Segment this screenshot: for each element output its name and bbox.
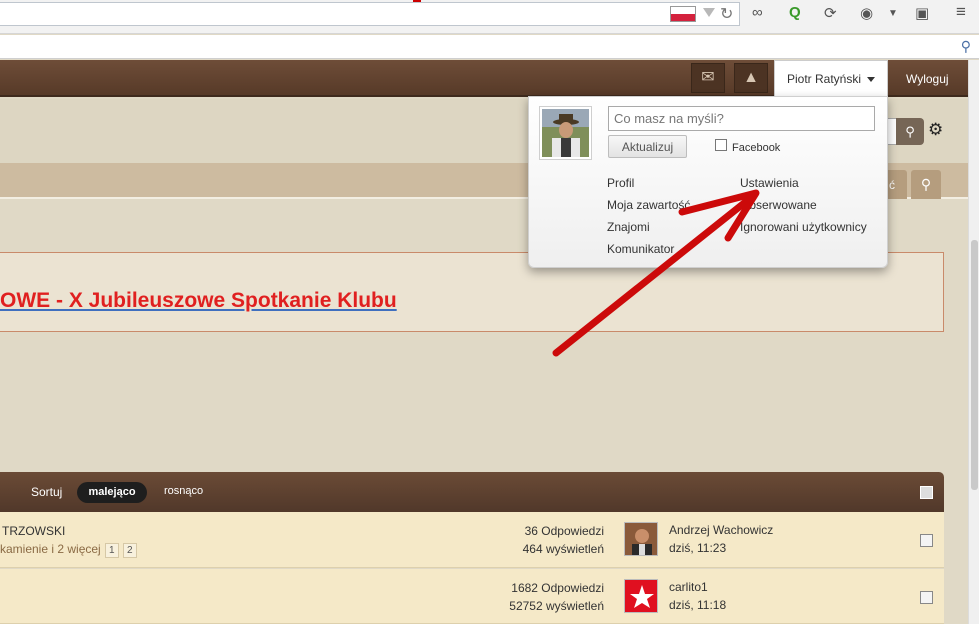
contacts-icon[interactable]: ▲ [734,63,768,93]
site-header: ✉ ▲ Piotr Ratyński Wyloguj [0,60,975,98]
avatar-photo-icon [625,523,657,555]
last-poster-name[interactable]: Andrzej Wachowicz [669,523,773,537]
table-row[interactable]: TRZOWSKI kamienie i 2 więcej 1 2 36 Odpowi… [0,512,944,568]
menu-link-settings[interactable]: Ustawienia [740,176,799,190]
select-all-checkbox[interactable] [920,486,933,499]
last-poster-name[interactable]: carlito1 [669,580,708,594]
speech-bubble-icon[interactable]: ◉ [860,4,873,22]
page-link[interactable]: 1 [104,543,119,558]
thread-title-link[interactable]: OWE - X Jubileuszowe Spotkanie Klubu [0,289,397,313]
last-post-time: dziś, 11:23 [669,541,727,555]
status-input[interactable] [608,106,875,131]
menu-link-friends[interactable]: Znajomi [607,220,650,234]
reply-count: 1682 Odpowiedzi [511,581,604,595]
chevron-down-icon [867,77,876,83]
messages-icon[interactable]: ✉ [691,63,725,93]
avatar[interactable] [624,522,658,556]
row-checkbox[interactable] [920,534,933,547]
page-scrollbar[interactable] [968,60,979,624]
profile-photo-icon [542,109,589,157]
thread-name[interactable]: TRZOWSKI [2,524,65,538]
view-count: 464 wyświetleń [522,542,604,556]
url-dropdown-icon[interactable] [703,8,715,17]
search-bar[interactable]: ⚲ [0,35,979,59]
table-row[interactable]: 1682 Odpowiedzi 52752 wyświetleń carlito… [0,569,944,624]
search-icon[interactable]: ⚲ [896,118,924,145]
chevron-down-icon[interactable]: ▼ [888,8,898,19]
logout-link[interactable]: Wyloguj [906,72,949,86]
avatar[interactable] [624,579,658,613]
sync-icon[interactable]: ⟳ [824,4,837,22]
avatar[interactable] [539,106,592,160]
sort-asc-button[interactable]: rosnąco [164,485,203,497]
row-checkbox[interactable] [920,591,933,604]
scrollbar-thumb[interactable] [971,240,978,490]
facebook-label: Facebook [732,142,781,154]
address-bar[interactable] [0,2,740,26]
menu-link-profile[interactable]: Profil [607,176,634,190]
window-icon[interactable]: ▣ [915,4,929,22]
facebook-checkbox[interactable] [715,139,727,151]
star-avatar-icon [625,580,657,612]
menu-link-subscriptions[interactable]: Obserwowane [740,198,817,212]
update-status-button[interactable]: Aktualizuj [608,135,687,158]
user-dropdown-panel: Aktualizuj Facebook Profil Moja zawartoś… [528,96,888,268]
user-menu-tab[interactable]: Piotr Ratyński [774,60,888,98]
reply-count: 36 Odpowiedzi [524,524,604,538]
sort-label: Sortuj [31,485,63,499]
thread-tags: kamienie i 2 więcej 1 2 [0,542,137,558]
username-label: Piotr Ratyński [787,72,862,86]
reload-icon[interactable]: ↻ [720,4,733,24]
view-count: 52752 wyświetleń [509,599,604,613]
poland-flag-icon [670,6,696,22]
sort-desc-button[interactable]: malejąco [77,482,147,503]
menu-link-my-content[interactable]: Moja zawartość [607,198,690,212]
menu-icon[interactable]: ≡ [956,2,966,22]
browser-toolbar: ↻ ∞ Q ⟳ ◉ ▼ ▣ ≡ [0,0,979,34]
thread-subtitle[interactable]: kamienie i 2 więcej [0,542,101,556]
search-icon[interactable]: ⚲ [961,38,971,55]
gear-icon[interactable]: ⚙ [928,120,943,140]
last-post-time: dziś, 11:18 [669,598,727,612]
link-icon[interactable]: ∞ [752,4,763,21]
extension-q-icon[interactable]: Q [789,4,801,21]
menu-link-ignored-users[interactable]: Ignorowani użytkownicy [740,220,867,234]
menu-link-messenger[interactable]: Komunikator [607,242,674,256]
map-pin-icon[interactable]: ⚲ [911,170,941,199]
list-header: Sortuj malejąco rosnąco [0,472,944,512]
page-link[interactable]: 2 [122,543,137,558]
